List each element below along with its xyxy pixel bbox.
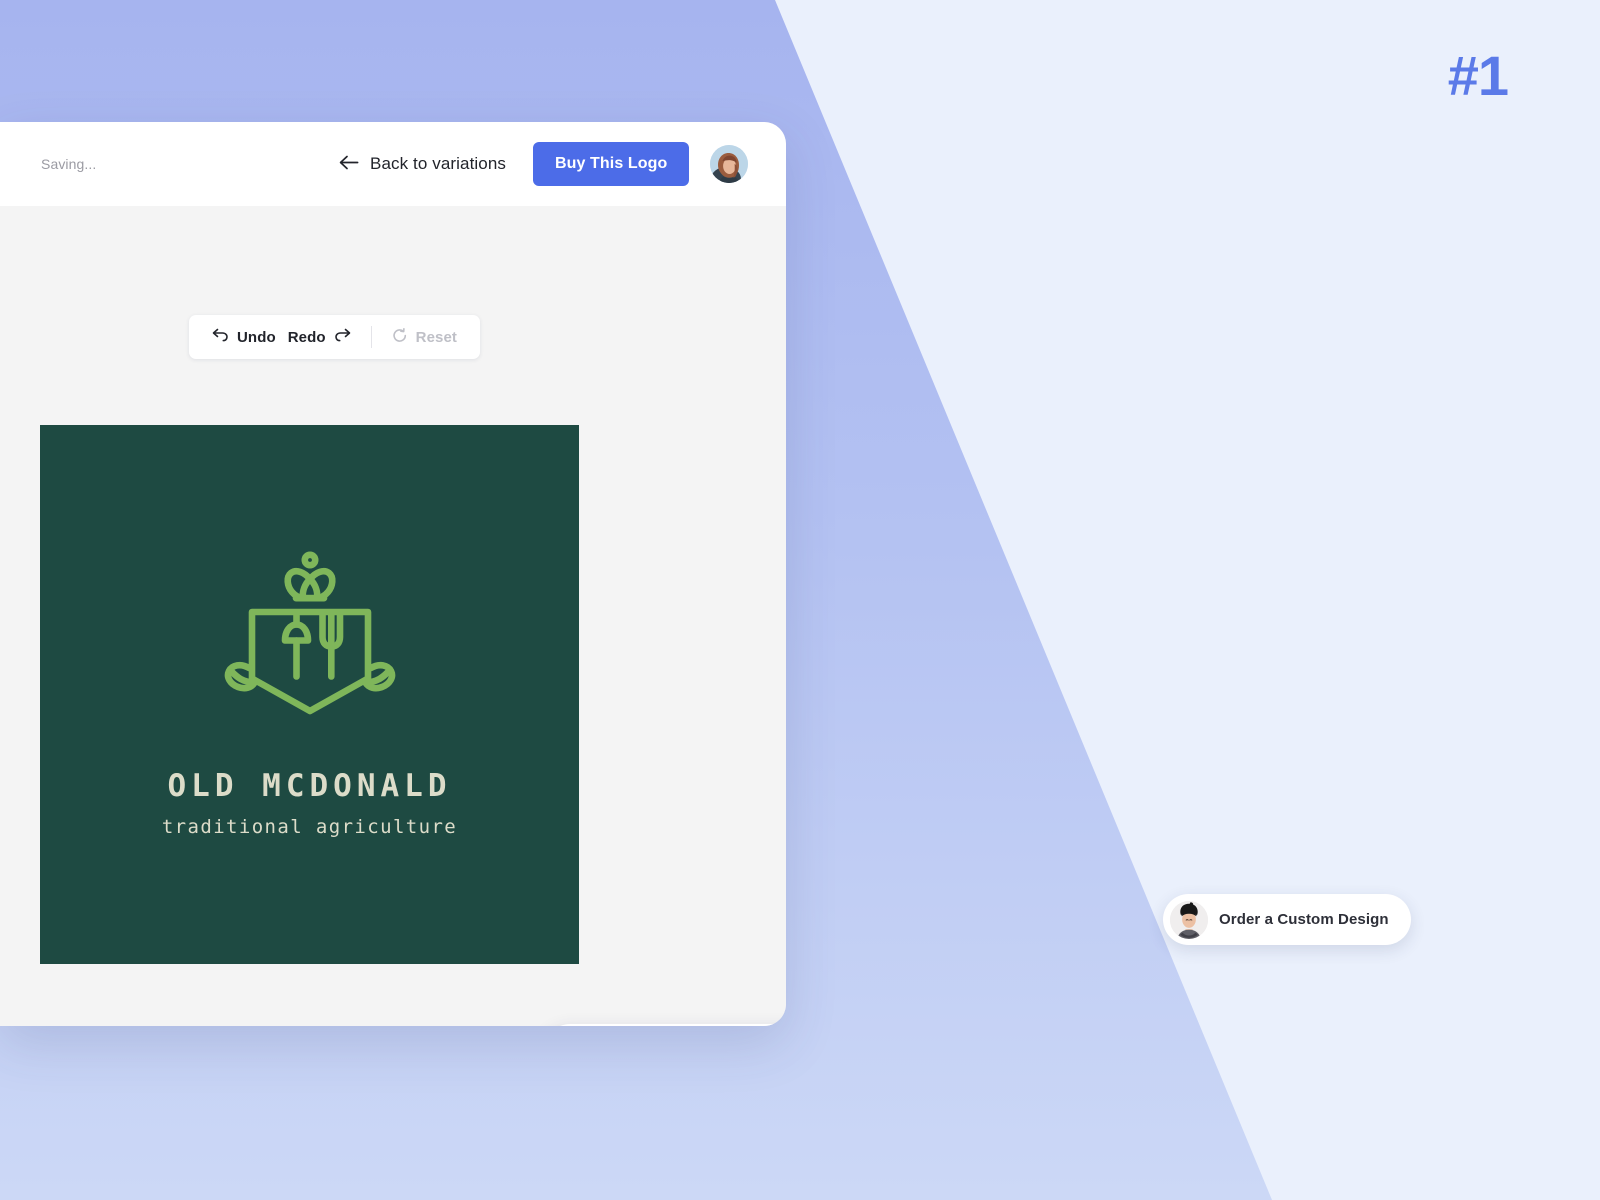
redo-button[interactable]: Redo [282,323,357,351]
order-custom-design-button[interactable]: Order a Custom Design [543,1024,786,1026]
history-toolbar: Undo Redo Reset [189,315,480,359]
order-custom-design-floating-button[interactable]: Order a Custom Design [1163,894,1411,945]
designer-avatar-floating [1170,900,1208,939]
logo-brand-name: OLD MCDONALD [167,768,452,804]
toolbar-divider [370,326,372,348]
reset-button[interactable]: Reset [386,323,463,352]
undo-button[interactable]: Undo [206,323,282,351]
redo-icon [334,328,351,346]
order-custom-design-floating-label: Order a Custom Design [1219,911,1389,928]
saving-status-text: Saving... [41,156,97,172]
buy-this-logo-button[interactable]: Buy This Logo [532,142,690,186]
logo-editor-window: Saving... Back to variations Buy This Lo… [0,122,786,1026]
rank-badge: #1 [1447,44,1509,107]
redo-label: Redo [287,328,326,346]
avatar-image [710,145,749,183]
designer-avatar-floating-image [1170,900,1208,939]
reset-icon [392,327,408,347]
logo-tagline: traditional agriculture [161,816,458,838]
back-to-variations-button[interactable]: Back to variations [336,148,508,180]
app-header: Saving... Back to variations Buy This Lo… [0,122,786,206]
back-to-variations-label: Back to variations [370,154,506,173]
undo-label: Undo [237,328,276,346]
avatar[interactable] [710,145,749,183]
header-actions: Back to variations Buy This Logo [336,142,749,186]
farm-shield-emblem-icon [212,551,408,742]
reset-label: Reset [415,328,457,346]
undo-icon [212,328,229,346]
editor-body: Undo Redo Reset OLD MCDONALD traditional… [0,206,786,1026]
arrow-left-icon [338,154,359,174]
logo-preview-canvas[interactable]: OLD MCDONALD traditional agriculture [40,425,579,964]
screen: #1 Saving... Back to variations Buy This… [0,0,1600,1200]
